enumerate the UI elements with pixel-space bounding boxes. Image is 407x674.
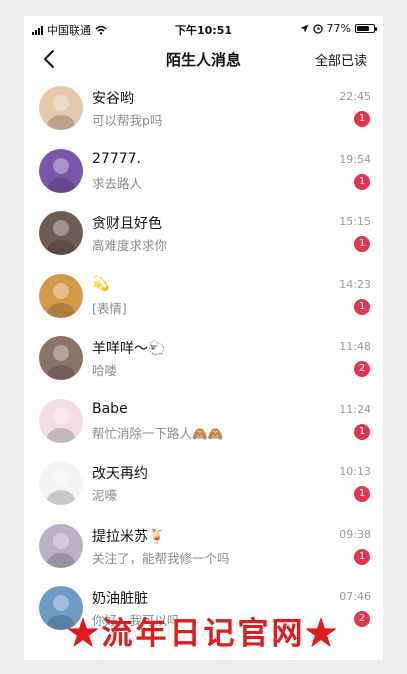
avatar[interactable] [39, 148, 83, 193]
contact-name: 27777. [92, 150, 141, 167]
battery-percent: 77% [326, 22, 351, 35]
avatar[interactable] [39, 211, 83, 255]
battery-icon [355, 24, 377, 33]
contact-name: 安谷哟 [92, 91, 134, 107]
contact-name: Babe [92, 400, 128, 417]
message-time: 19:54 [339, 152, 371, 166]
conversation-row[interactable]: 💫 [表情] 14:23 1 [24, 268, 383, 331]
message-preview: 可以帮我p吗 [92, 113, 163, 128]
conversation-row[interactable]: 安谷哟可以帮我p吗 22:45 1 [24, 80, 383, 143]
message-preview: 帮忙消除一下路人🙈🙈 [92, 425, 224, 441]
avatar[interactable] [39, 273, 83, 318]
unread-badge: 1 [354, 486, 370, 502]
avatar[interactable] [39, 86, 83, 130]
message-preview: 求去路人 [92, 175, 143, 191]
avatar[interactable] [39, 336, 83, 380]
message-preview: 高难度求求你 [92, 238, 168, 253]
conversation-row[interactable]: 提拉米苏🍹 关注了，能帮我修一个吗 09:38 1 [24, 518, 383, 581]
contact-name: 羊咩咩～🐑 [92, 341, 166, 357]
message-time: 22:45 [339, 90, 371, 103]
watermark: ★流年日记官网★ [67, 616, 340, 652]
message-time: 11:24 [339, 402, 371, 416]
contact-name: 提拉米苏🍹 [92, 528, 166, 545]
unread-badge: 1 [354, 173, 370, 190]
message-time: 15:15 [339, 215, 371, 228]
avatar[interactable] [39, 461, 83, 505]
message-preview: [表情] [92, 300, 127, 316]
contact-name: 奶油脏脏 [92, 591, 148, 607]
conversation-row[interactable]: Babe 帮忙消除一下路人🙈🙈 11:24 1 [24, 393, 383, 456]
conversation-row[interactable]: 贪财且好色高难度求求你 15:15 1 [24, 205, 383, 268]
contact-name: 贪财且好色 [92, 216, 162, 232]
unread-badge: 1 [354, 423, 370, 440]
message-preview: 关注了，能帮我修一个吗 [92, 550, 230, 566]
contact-name: 改天再约 [92, 466, 148, 482]
message-preview: 哈喽 [92, 363, 118, 378]
unread-badge: 1 [354, 298, 370, 315]
avatar[interactable] [39, 398, 83, 443]
unread-badge: 1 [354, 548, 370, 565]
conversation-list: 安谷哟 可以帮我p吗 22:45 1 27777. 求去路人 19:54 1 贪财且好色 高难度求… [24, 80, 383, 643]
location-arrow-icon [300, 24, 309, 33]
message-time: 09:38 [339, 527, 371, 541]
message-time: 11:48 [339, 340, 371, 353]
conversation-row[interactable]: 羊咩咩～🐑 哈喽 11:48 2 [24, 330, 383, 393]
unread-badge: 2 [354, 361, 370, 377]
contact-name: 💫 [92, 275, 110, 292]
message-time: 07:46 [339, 590, 371, 603]
conversation-row[interactable]: 27777. 求去路人 19:54 1 [24, 143, 383, 206]
conversation-row[interactable]: 改天再约泥嚎 10:13 1 [24, 455, 383, 518]
status-bar: 中国联通 下午10:51 77% [24, 16, 383, 44]
message-time: 14:23 [339, 277, 371, 291]
avatar[interactable] [39, 523, 83, 568]
message-time: 10:13 [339, 465, 371, 478]
navigation-bar: 陌生人消息 全部已读 [24, 44, 383, 74]
mark-all-read-button[interactable]: 全部已读 [315, 50, 367, 69]
message-preview: 泥嚎 [92, 488, 118, 503]
unread-badge: 1 [354, 236, 370, 252]
phone-screen: 中国联通 下午10:51 77% 陌生人消息 全部已读 安谷哟 可以帮我p吗 2… [24, 16, 383, 660]
unread-badge: 1 [354, 111, 370, 127]
status-right: 77% [300, 22, 377, 35]
alarm-icon [312, 23, 323, 34]
